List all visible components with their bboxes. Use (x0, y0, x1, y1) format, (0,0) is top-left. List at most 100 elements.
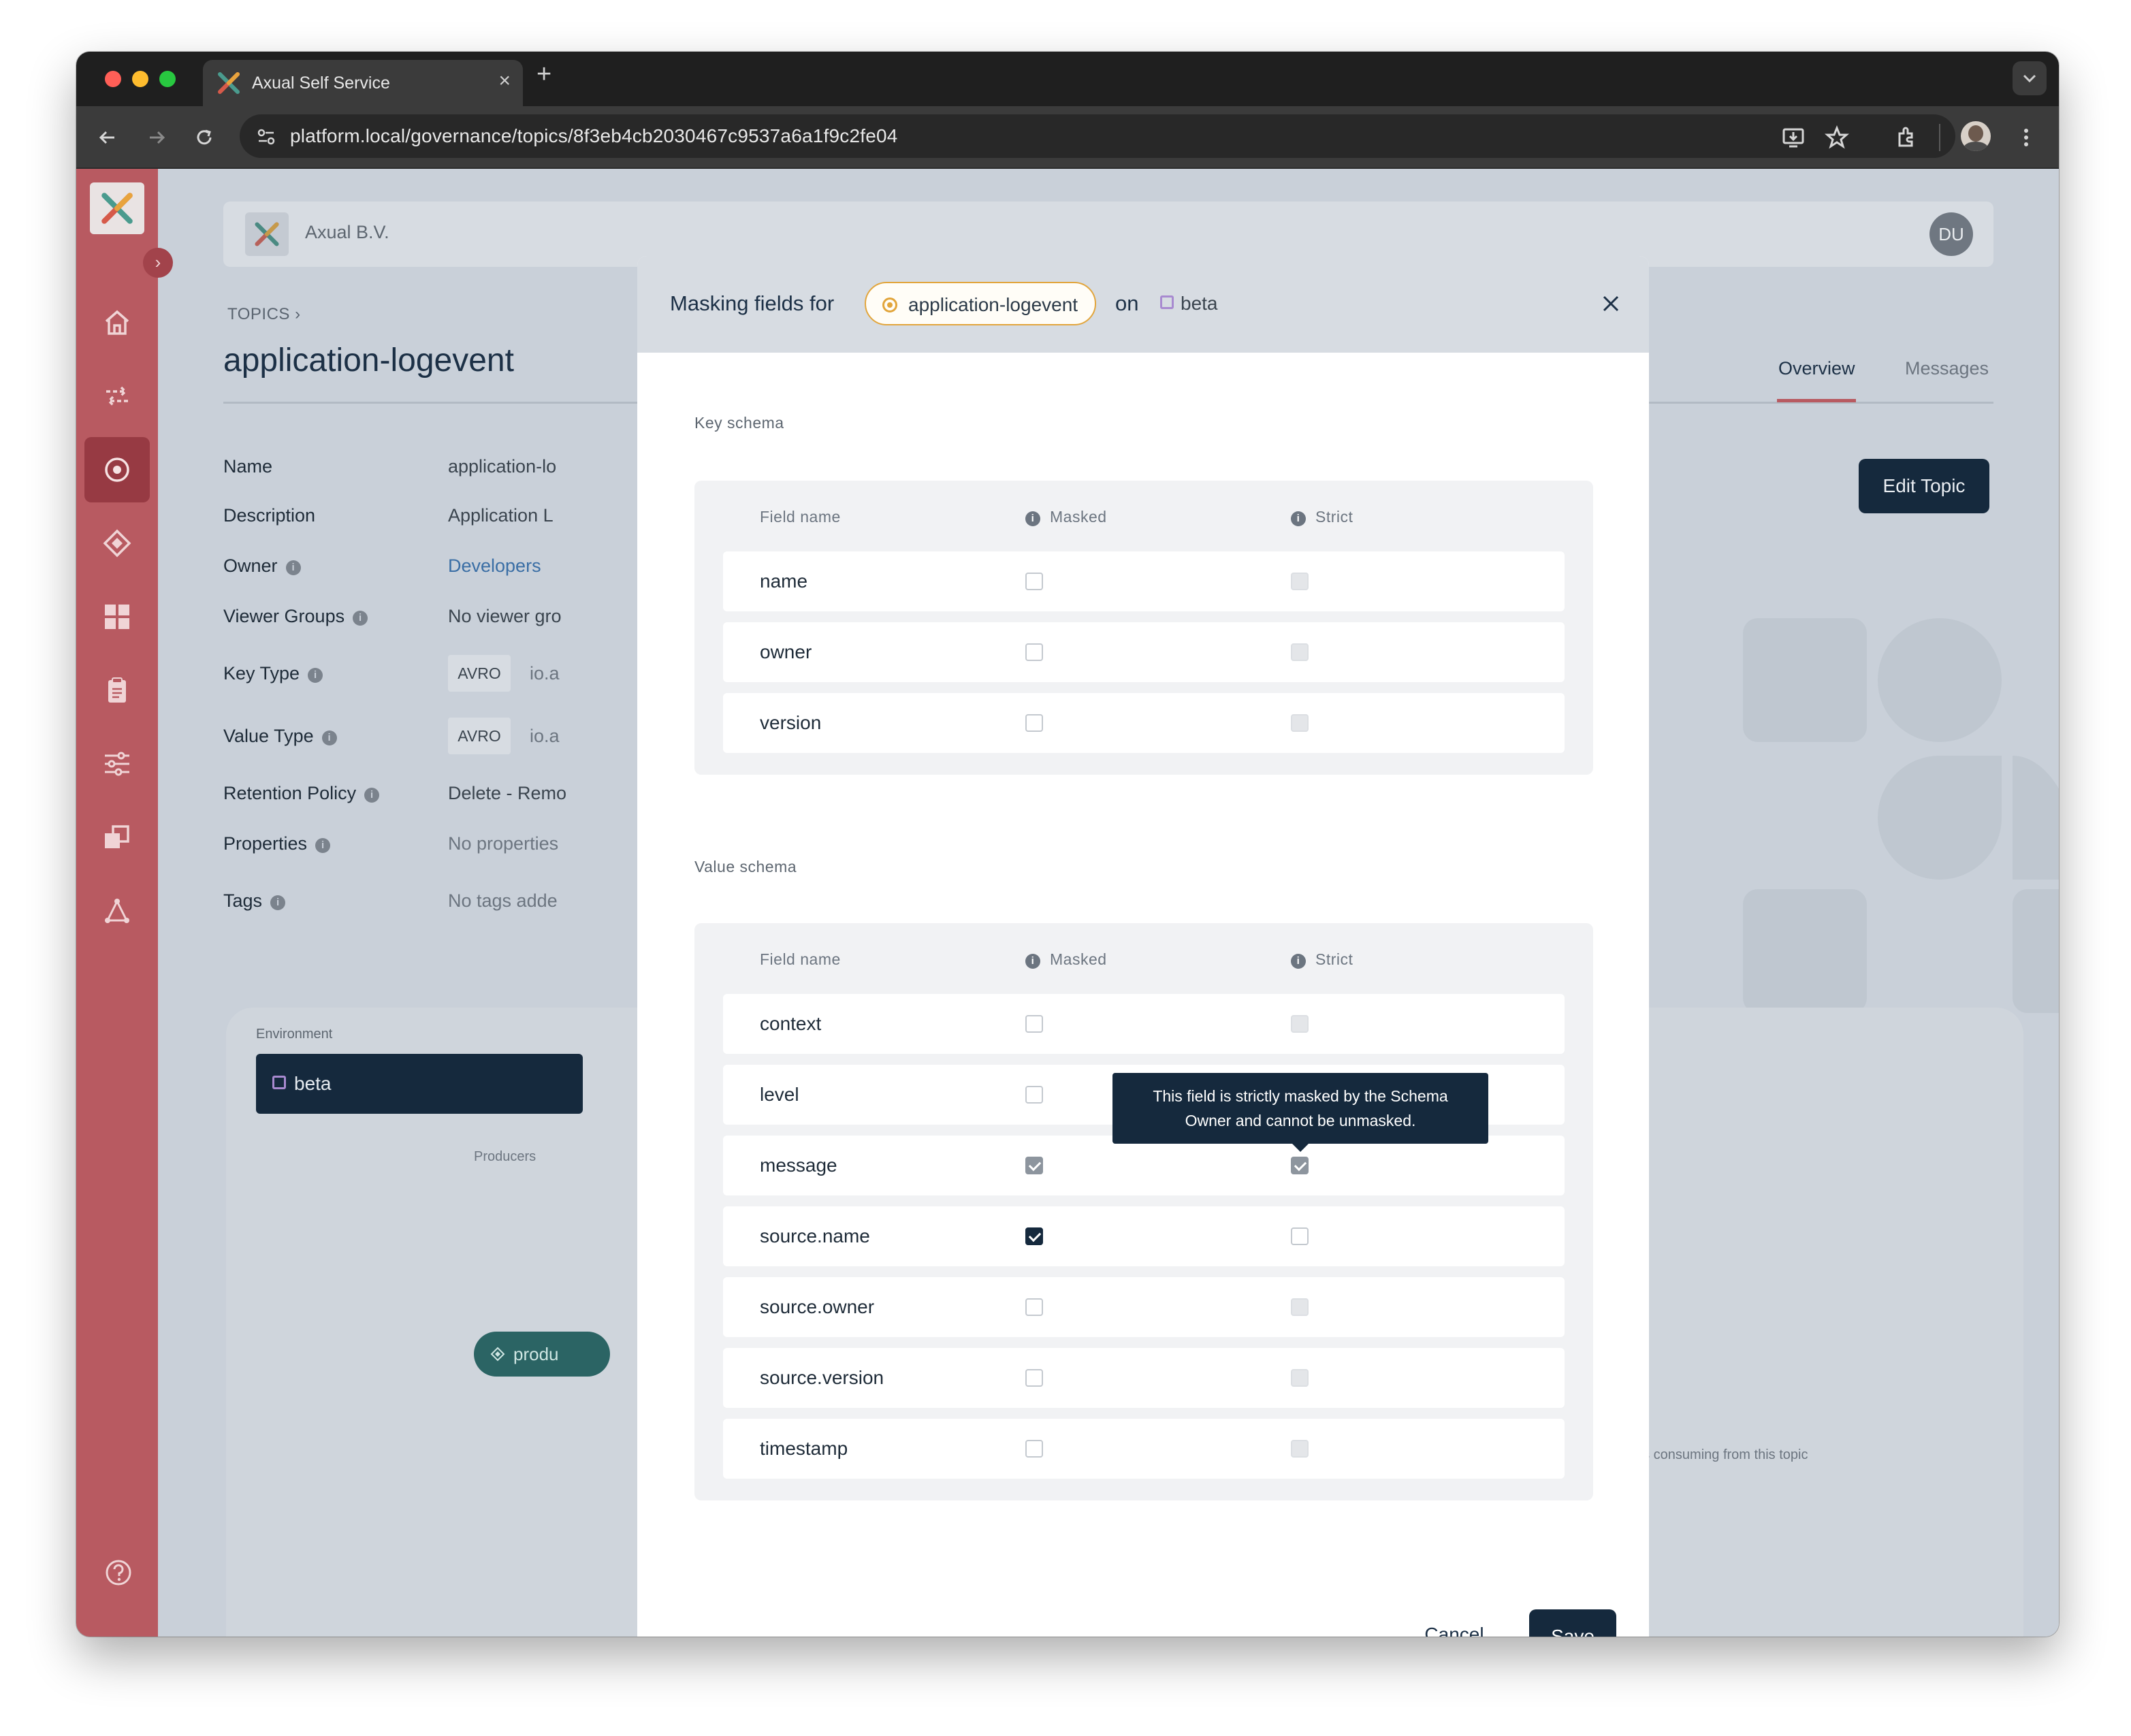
browser-tab[interactable]: Axual Self Service × (203, 60, 523, 106)
name-value: application-lo (448, 456, 557, 477)
new-tab-button[interactable]: + (536, 60, 551, 89)
info-icon[interactable]: i (1025, 954, 1040, 969)
sidebar-expand-button[interactable]: › (143, 248, 173, 278)
modal-header: Masking fields for application-logevent … (637, 256, 1649, 353)
owner-link[interactable]: Developers (448, 556, 541, 577)
viewer-groups-value: No viewer gro (448, 606, 562, 626)
info-icon[interactable]: i (1291, 954, 1306, 969)
breadcrumb-topics[interactable]: TOPICS (227, 305, 290, 323)
topic-icon (105, 457, 129, 482)
close-window-button[interactable] (105, 71, 121, 87)
topic-pill-name: application-logevent (908, 294, 1078, 315)
user-avatar[interactable]: DU (1929, 212, 1973, 256)
sidebar-logo[interactable] (90, 182, 144, 234)
environment-selector[interactable]: beta (256, 1054, 583, 1114)
tab-messages[interactable]: Messages (1905, 358, 1989, 379)
info-icon[interactable]: i (321, 730, 337, 745)
decorative-shape (1743, 889, 1867, 1013)
cancel-button[interactable]: Cancel (1413, 1611, 1495, 1637)
install-app-icon[interactable] (1780, 124, 1807, 151)
info-icon[interactable]: i (353, 611, 368, 626)
sidebar-item-topics[interactable] (84, 437, 150, 502)
value-type-label-text: Value Type (223, 726, 314, 746)
breadcrumb[interactable]: TOPICS › (227, 305, 301, 324)
dashboard-grid-icon (105, 605, 129, 629)
sliders-icon (105, 752, 129, 776)
save-button[interactable]: Save (1529, 1609, 1616, 1637)
properties-label-text: Properties (223, 833, 308, 854)
chevron-right-icon: › (295, 305, 301, 323)
info-icon[interactable]: i (285, 560, 301, 575)
masked-checkbox[interactable] (1025, 1369, 1043, 1387)
value-type-value[interactable]: io.a (530, 726, 560, 747)
strict-checkbox (1291, 1298, 1309, 1316)
profile-avatar[interactable] (1961, 121, 1991, 151)
field-name-header: Field name (760, 508, 841, 526)
retention-policy-value: Delete - Remo (448, 783, 567, 803)
masking-fields-modal: Masking fields for application-logevent … (637, 256, 1649, 1637)
axual-logo-icon (101, 193, 133, 224)
key-type-label: Key Type i (223, 663, 323, 684)
sidebar-item-streams[interactable] (84, 364, 150, 429)
info-icon[interactable]: i (364, 788, 380, 803)
back-arrow-icon[interactable] (94, 124, 121, 151)
description-value: Application L (448, 505, 554, 526)
sidebar-item-dashboard[interactable] (84, 584, 150, 649)
decorative-shape (1743, 618, 1867, 742)
masked-checkbox[interactable] (1025, 1015, 1043, 1033)
info-icon[interactable]: i (270, 895, 286, 910)
help-icon[interactable] (103, 1558, 133, 1588)
reload-icon[interactable] (191, 124, 218, 151)
masked-checkbox[interactable] (1025, 714, 1043, 732)
forward-arrow-icon[interactable] (143, 124, 170, 151)
key-type-label-text: Key Type (223, 663, 300, 684)
masked-checkbox[interactable] (1025, 1440, 1043, 1458)
masked-checkbox[interactable] (1025, 1298, 1043, 1316)
org-logo (245, 212, 289, 256)
address-bar[interactable]: platform.local/governance/topics/8f3eb4c… (240, 114, 1955, 158)
masked-checkbox[interactable] (1025, 1086, 1043, 1104)
producer-app-pill[interactable]: produ (474, 1332, 610, 1377)
tab-close-icon[interactable]: × (498, 69, 511, 93)
field-name: source.version (760, 1367, 884, 1388)
info-icon[interactable]: i (1025, 511, 1040, 526)
sidebar-item-applications[interactable] (84, 511, 150, 576)
sidebar-item-settings[interactable] (84, 731, 150, 797)
bookmark-star-icon[interactable] (1823, 124, 1850, 151)
info-icon[interactable]: i (315, 838, 331, 853)
sidebar-item-connections[interactable] (84, 878, 150, 944)
tab-overview[interactable]: Overview (1778, 358, 1855, 379)
sidebar-item-schemas[interactable] (84, 658, 150, 723)
strict-header-text: Strict (1315, 950, 1353, 968)
extensions-icon[interactable] (1893, 124, 1920, 151)
sidebar-item-environments[interactable] (84, 805, 150, 870)
site-settings-icon[interactable] (255, 125, 278, 148)
environment-icon (272, 1076, 286, 1089)
axual-logo-icon (218, 72, 240, 94)
maximize-window-button[interactable] (159, 71, 176, 87)
modal-title: Masking fields for (670, 291, 835, 315)
strict-checkbox[interactable] (1291, 1227, 1309, 1245)
masked-header: i Masked (1025, 950, 1107, 969)
sidebar-item-home[interactable] (84, 290, 150, 355)
masked-checkbox[interactable] (1025, 1227, 1043, 1245)
edit-topic-button[interactable]: Edit Topic (1859, 459, 1989, 513)
name-label: Name (223, 456, 273, 477)
strict-header: i Strict (1291, 508, 1353, 526)
page-title: application-logevent (223, 342, 514, 379)
close-icon[interactable] (1597, 290, 1624, 317)
info-icon[interactable]: i (1291, 511, 1306, 526)
decorative-shape (2013, 756, 2059, 880)
clipboard-icon (108, 677, 126, 703)
table-row: source.version (723, 1348, 1565, 1408)
kebab-menu-icon[interactable] (2013, 124, 2040, 151)
key-type-value[interactable]: io.a (530, 663, 560, 684)
minimize-window-button[interactable] (132, 71, 148, 87)
application-diamond-icon (490, 1347, 505, 1362)
info-icon[interactable]: i (308, 668, 323, 683)
browser-toolbar: platform.local/governance/topics/8f3eb4c… (76, 106, 2059, 169)
masked-checkbox[interactable] (1025, 643, 1043, 661)
masked-checkbox[interactable] (1025, 573, 1043, 590)
table-row: name (723, 551, 1565, 611)
tab-search-button[interactable] (2013, 61, 2047, 95)
